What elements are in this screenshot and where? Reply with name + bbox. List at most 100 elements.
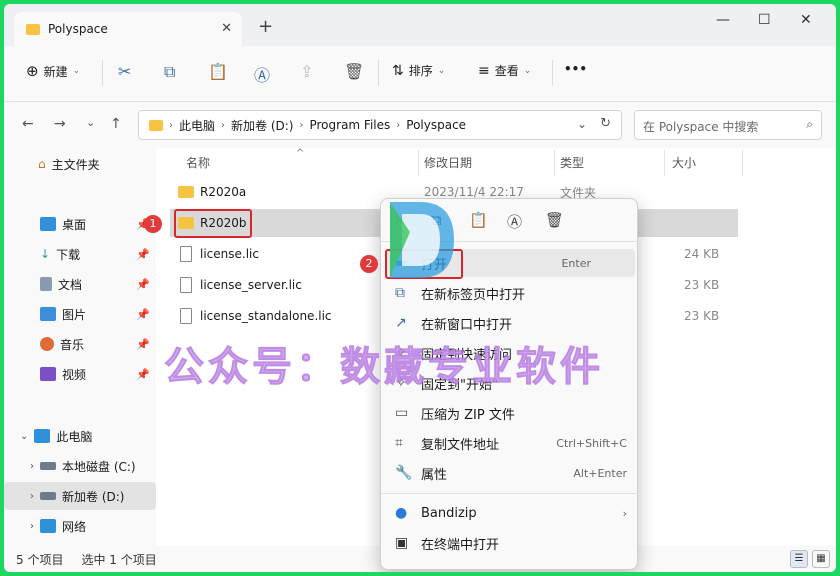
tab-close-icon[interactable]: ✕ [221,21,232,36]
search-input[interactable]: 在 Polyspace 中搜索 ⌕ [634,110,822,140]
sidebar-item-label: 下载 [56,247,81,262]
new-tab-button[interactable]: + [258,16,273,37]
delete-icon[interactable]: 🗑 [545,211,564,229]
pin-icon[interactable]: 📌 [136,248,150,261]
refresh-icon[interactable]: ↻ [600,116,611,131]
chevron-down-icon: ⌄ [523,65,532,76]
menu-item-open-new-window[interactable]: ↗ 在新窗口中打开 [385,309,635,337]
document-icon [40,277,52,291]
breadcrumb-program-files[interactable]: Program Files [309,118,390,132]
menu-item-properties[interactable]: 🔧 属性 Alt+Enter [385,459,635,487]
breadcrumb-drive-d[interactable]: 新加卷 (D:) [231,117,293,134]
file-name: license_server.lic [200,278,302,292]
sidebar-item-music[interactable]: 音乐 📌 [4,330,156,358]
tab-title: Polyspace [48,22,108,36]
more-options-button[interactable]: ••• [564,62,587,76]
sidebar-item-desktop[interactable]: 桌面 📌 [4,210,156,238]
file-size: 23 KB [684,309,720,323]
expand-chevron-icon[interactable]: ⌄ [20,431,28,442]
details-view-icon[interactable]: ☰ [790,550,808,568]
file-icon [180,308,192,324]
paste-icon[interactable]: 📋 [208,62,228,81]
column-divider[interactable] [742,150,743,176]
menu-item-compress-zip[interactable]: ▭ 压缩为 ZIP 文件 [385,399,635,427]
pin-icon[interactable]: 📌 [136,278,150,291]
sidebar-item-label: 音乐 [60,337,85,352]
picture-icon [40,307,56,321]
file-name: license_standalone.lic [200,309,332,323]
search-placeholder: 在 Polyspace 中搜索 [643,120,759,134]
selected-count: 选中 1 个项目 [81,552,157,567]
delete-icon[interactable]: 🗑 [344,62,364,81]
pin-icon[interactable]: 📌 [136,368,150,381]
tab-polyspace[interactable]: Polyspace ✕ [14,12,242,46]
sidebar-item-drive-d[interactable]: › 新加卷 (D:) [4,482,156,510]
sort-button[interactable]: ⇅ 排序 ⌄ [392,62,445,79]
view-button[interactable]: ≡ 查看 ⌄ [478,62,531,79]
folder-icon [149,119,163,131]
menu-item-bandizip[interactable]: ● Bandizip › [385,499,635,527]
sidebar-item-videos[interactable]: 视频 📌 [4,360,156,388]
recent-locations-button[interactable]: ⌄ [86,116,95,129]
sidebar-item-home[interactable]: ⌂ 主文件夹 [4,150,156,178]
video-icon [40,367,56,381]
menu-item-label: 复制文件地址 [421,437,500,453]
rename-icon[interactable]: Ⓐ [507,211,522,232]
navigation-pane: ⌂ 主文件夹 桌面 📌 ↓ 下载 📌 文档 📌 图片 📌 音乐 📌 [4,148,156,546]
sidebar-item-pictures[interactable]: 图片 📌 [4,300,156,328]
forward-button[interactable]: → [54,116,66,132]
bandizip-icon: ● [395,505,408,521]
copy-icon[interactable]: ⧉ [164,62,175,82]
maximize-button[interactable]: ☐ [758,12,771,28]
folder-icon [26,23,40,35]
pin-icon[interactable]: 📌 [136,338,150,351]
rename-icon[interactable]: Ⓐ [254,62,270,86]
sidebar-item-network[interactable]: › 网络 [4,512,156,540]
share-icon[interactable]: ⇪ [300,62,313,81]
menu-item-copy-path[interactable]: ⌗ 复制文件地址 Ctrl+Shift+C [385,429,635,457]
breadcrumb-separator: › [169,119,173,131]
menu-item-open-terminal[interactable]: ▣ 在终端中打开 [385,529,635,557]
drive-icon [40,462,56,470]
column-divider[interactable] [554,150,555,176]
collapse-chevron-icon[interactable]: › [30,521,34,532]
explorer-window: Polyspace ✕ + — ☐ ✕ ⊕ 新建 ⌄ ✂ ⧉ 📋 Ⓐ ⇪ 🗑 ⇅… [4,4,836,572]
new-button[interactable]: ⊕ 新建 ⌄ [26,62,80,80]
sidebar-item-documents[interactable]: 文档 📌 [4,270,156,298]
item-count: 5 个项目 [16,552,64,567]
minimize-button[interactable]: — [716,12,730,28]
paste-icon[interactable]: 📋 [469,211,488,229]
sidebar-item-label: 本地磁盘 (C:) [62,459,136,474]
column-header-date[interactable]: 修改日期 [424,154,472,171]
column-header-name[interactable]: 名称 [186,154,210,171]
divider [102,60,103,86]
view-icon: ≡ [478,62,490,79]
back-button[interactable]: ← [22,116,34,132]
breadcrumb-this-pc[interactable]: 此电脑 [179,117,215,134]
cut-icon[interactable]: ✂ [118,62,131,81]
tiles-view-icon[interactable]: ▦ [812,550,830,568]
column-header-type[interactable]: 类型 [560,154,584,171]
desktop-icon [40,217,56,231]
breadcrumb-separator: › [299,119,304,131]
column-header-size[interactable]: 大小 [672,154,696,171]
address-bar[interactable]: › 此电脑 › 新加卷 (D:) › Program Files › Polys… [138,110,622,140]
sidebar-item-this-pc[interactable]: ⌄ 此电脑 [4,422,156,450]
breadcrumb-separator: › [396,119,401,131]
sidebar-item-label: 此电脑 [56,429,93,444]
column-divider[interactable] [418,150,419,176]
collapse-chevron-icon[interactable]: › [30,461,34,472]
up-button[interactable]: ↑ [110,116,122,132]
collapse-chevron-icon[interactable]: › [30,491,34,502]
column-divider[interactable] [664,150,665,176]
breadcrumb-polyspace[interactable]: Polyspace [406,118,466,132]
new-label: 新建 [43,64,68,79]
sidebar-item-drive-c[interactable]: › 本地磁盘 (C:) [4,452,156,480]
sidebar-item-downloads[interactable]: ↓ 下载 📌 [4,240,156,268]
pin-icon[interactable]: 📌 [136,308,150,321]
folder-icon [178,186,194,198]
divider [552,60,553,86]
file-icon [180,246,192,262]
address-dropdown-icon[interactable]: ⌄ [577,117,587,131]
close-window-button[interactable]: ✕ [800,12,812,28]
